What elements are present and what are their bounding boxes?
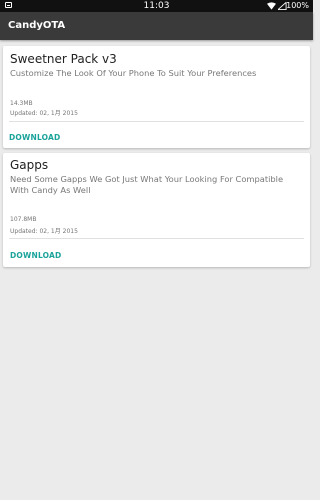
package-updated: Updated: 02, 1月 2015 — [10, 110, 78, 117]
wifi-icon — [267, 2, 276, 10]
download-button[interactable]: DOWNLOAD — [7, 132, 62, 143]
app-title: CandyOTA — [8, 20, 66, 31]
package-size: 14.3MB — [10, 100, 33, 107]
battery-level: 100% — [286, 1, 309, 10]
package-size: 107.8MB — [10, 216, 37, 223]
package-description: Customize The Look Of Your Phone To Suit… — [10, 68, 257, 78]
package-title: Sweetner Pack v3 — [10, 52, 117, 66]
card-divider — [9, 121, 304, 122]
package-card: Gapps Need Some Gapps We Got Just What Y… — [3, 153, 310, 267]
package-title: Gapps — [10, 158, 49, 172]
download-button[interactable]: DOWNLOAD — [8, 250, 63, 261]
status-bar: 11:03 100% — [0, 0, 313, 12]
app-bar: CandyOTA — [0, 12, 313, 40]
package-description: Need Some Gapps We Got Just What Your Lo… — [10, 174, 284, 195]
card-divider — [9, 238, 304, 239]
package-updated: Updated: 02, 1月 2015 — [10, 228, 78, 235]
